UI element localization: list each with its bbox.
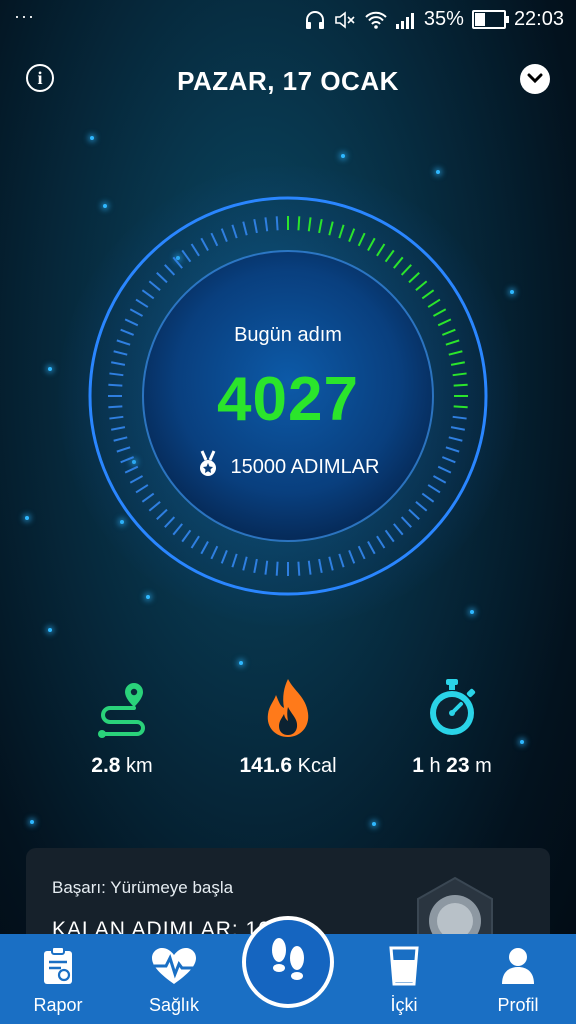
wifi-icon: [364, 10, 387, 30]
footsteps-icon: [264, 932, 312, 993]
duration-hours-unit: h: [429, 755, 441, 777]
signal-icon: [394, 10, 416, 30]
report-icon: [8, 946, 108, 991]
route-icon: [32, 676, 212, 740]
battery-icon: [471, 10, 509, 29]
header: i PAZAR, 17 OCAK: [0, 58, 576, 102]
nav-health-label: Sağlık: [148, 995, 200, 1015]
step-summary: Bugün adım 4027 15000 ADIMLAR: [88, 196, 488, 596]
headphones-icon: [304, 10, 326, 30]
medal-icon: [197, 450, 219, 484]
mute-icon: [334, 10, 356, 30]
person-icon: [468, 946, 568, 991]
nav-report-label: Rapor: [33, 995, 83, 1015]
today-steps-label: Bugün adım: [234, 324, 342, 346]
goal-text: 15000 ADIMLAR: [230, 455, 380, 478]
status-bar: ··· 35% 22:03: [0, 0, 576, 40]
nav-report[interactable]: Rapor: [8, 946, 108, 1016]
step-progress-ring: Bugün adım 4027 15000 ADIMLAR: [58, 166, 518, 626]
nav-profile-label: Profil: [497, 995, 539, 1015]
nav-profile[interactable]: Profil: [468, 946, 568, 1016]
stopwatch-icon: [362, 676, 542, 740]
status-icons: 35% 22:03: [304, 8, 564, 31]
stats-row: 2.8 km 141.6 Kcal 1 h 23 m: [0, 676, 576, 786]
heart-pulse-icon: [124, 946, 224, 991]
duration-stat: 1 h 23 m: [362, 676, 542, 778]
nav-drink-label: İçki: [390, 995, 418, 1015]
notification-dots: ···: [14, 6, 35, 26]
goal-row: 15000 ADIMLAR: [88, 450, 488, 484]
page-title: PAZAR, 17 OCAK: [177, 66, 399, 96]
achievement-text: Başarı: Yürümeye başla: [52, 878, 234, 897]
calories-value: 141.6: [239, 754, 293, 777]
flame-icon: [198, 676, 378, 740]
duration-minutes-unit: m: [475, 755, 492, 777]
nav-steps[interactable]: [242, 916, 334, 1008]
distance-value: 2.8: [91, 754, 121, 777]
step-count: 4027: [217, 365, 359, 434]
battery-percent: 35%: [423, 8, 464, 30]
distance-unit: km: [126, 755, 153, 777]
calories-stat: 141.6 Kcal: [198, 676, 378, 778]
nav-drink[interactable]: İçki: [354, 946, 454, 1016]
duration-hours: 1: [412, 754, 424, 777]
distance-stat: 2.8 km: [32, 676, 212, 778]
duration-minutes: 23: [446, 754, 470, 777]
glass-icon: [354, 946, 454, 991]
clock: 22:03: [513, 8, 564, 30]
nav-health[interactable]: Sağlık: [124, 946, 224, 1016]
chevron-down-icon[interactable]: [520, 64, 550, 94]
calories-unit: Kcal: [297, 755, 337, 777]
